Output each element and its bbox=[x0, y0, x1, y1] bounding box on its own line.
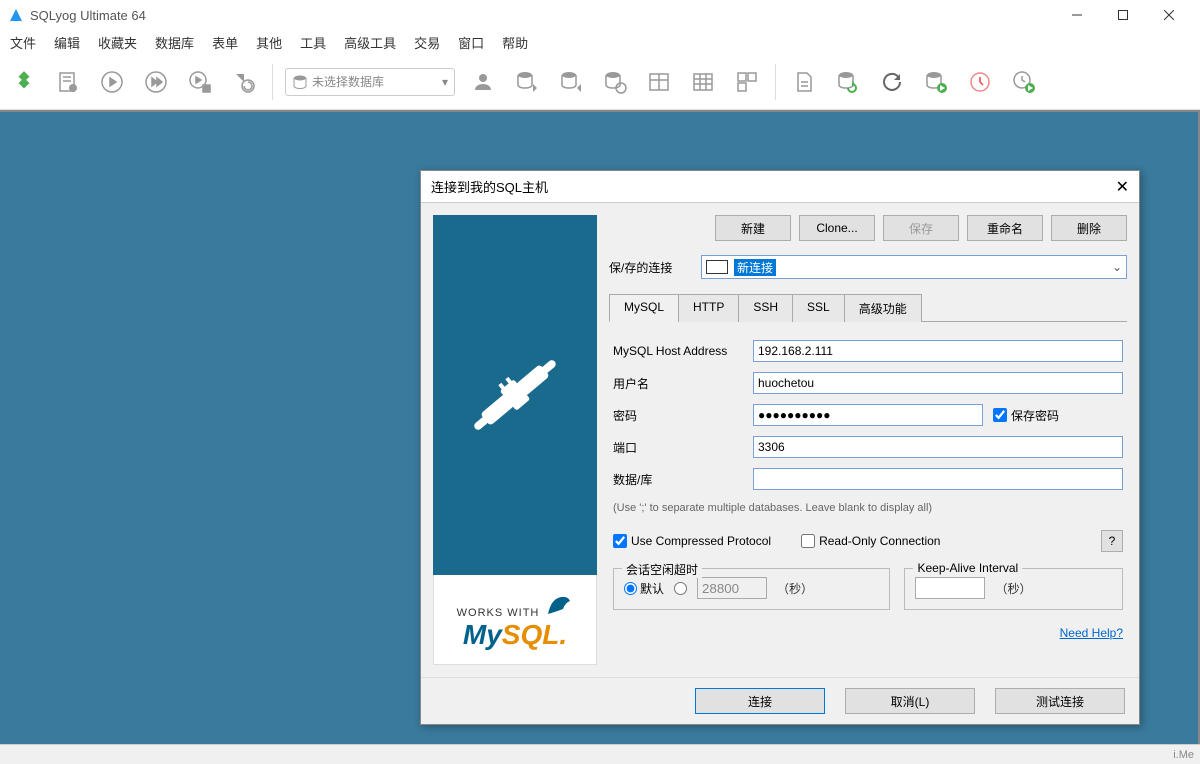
database-input[interactable] bbox=[753, 468, 1123, 490]
host-input[interactable] bbox=[753, 340, 1123, 362]
toolbar: + 未选择数据库 ▾ bbox=[0, 54, 1200, 110]
help-button[interactable]: ? bbox=[1101, 530, 1123, 552]
document-icon[interactable] bbox=[788, 66, 820, 98]
database-hint: (Use ';' to separate multiple databases.… bbox=[613, 502, 1123, 514]
saved-connection-label: 保/存的连接 bbox=[609, 259, 689, 276]
refresh-object-icon[interactable] bbox=[228, 66, 260, 98]
connect-icon[interactable] bbox=[8, 66, 40, 98]
save-button[interactable]: 保存 bbox=[883, 215, 959, 241]
rename-button[interactable]: 重命名 bbox=[967, 215, 1043, 241]
window-titlebar: SQLyog Ultimate 64 bbox=[0, 0, 1200, 30]
database-selector[interactable]: 未选择数据库 ▾ bbox=[285, 68, 455, 96]
cancel-button[interactable]: 取消(L) bbox=[845, 688, 975, 714]
dialog-title: 连接到我的SQL主机 bbox=[431, 177, 548, 196]
idle-timeout-group: 会话空闲超时 默认 （秒） bbox=[613, 568, 890, 610]
menu-help[interactable]: 帮助 bbox=[502, 33, 528, 52]
host-label: MySQL Host Address bbox=[613, 344, 743, 358]
menu-bar: 文件 编辑 收藏夹 数据库 表单 其他 工具 高级工具 交易 窗口 帮助 bbox=[0, 30, 1200, 54]
clock-play-icon[interactable] bbox=[1008, 66, 1040, 98]
menu-tools[interactable]: 工具 bbox=[300, 33, 326, 52]
database-placeholder: 未选择数据库 bbox=[312, 73, 438, 90]
table-icon[interactable] bbox=[643, 66, 675, 98]
minimize-button[interactable] bbox=[1054, 0, 1100, 30]
grid-icon[interactable] bbox=[687, 66, 719, 98]
close-button[interactable] bbox=[1146, 0, 1192, 30]
need-help-link[interactable]: Need Help? bbox=[1060, 626, 1123, 640]
dialog-titlebar: 连接到我的SQL主机 ✕ bbox=[421, 171, 1139, 203]
default-radio[interactable]: 默认 bbox=[624, 580, 664, 597]
connection-graphic bbox=[433, 215, 597, 575]
menu-transaction[interactable]: 交易 bbox=[414, 33, 440, 52]
window-title: SQLyog Ultimate 64 bbox=[30, 8, 146, 23]
status-bar: i.Me bbox=[0, 744, 1200, 764]
schema-icon[interactable] bbox=[731, 66, 763, 98]
menu-window[interactable]: 窗口 bbox=[458, 33, 484, 52]
user-label: 用户名 bbox=[613, 375, 743, 392]
menu-file[interactable]: 文件 bbox=[10, 33, 36, 52]
dolphin-icon bbox=[543, 589, 573, 619]
connect-button[interactable]: 连接 bbox=[695, 688, 825, 714]
saved-connection-value: 新连接 bbox=[734, 259, 776, 276]
db-export-icon[interactable] bbox=[511, 66, 543, 98]
port-label: 端口 bbox=[613, 439, 743, 456]
database-icon bbox=[292, 74, 308, 90]
password-input[interactable] bbox=[753, 404, 983, 426]
db-refresh-green-icon[interactable] bbox=[832, 66, 864, 98]
app-icon bbox=[8, 7, 24, 23]
dialog-close-icon[interactable]: ✕ bbox=[1116, 177, 1129, 197]
tab-advanced[interactable]: 高级功能 bbox=[844, 294, 922, 322]
chevron-down-icon: ⌄ bbox=[1112, 260, 1122, 274]
keepalive-group: Keep-Alive Interval （秒） bbox=[904, 568, 1123, 610]
save-password-checkbox[interactable]: 保存密码 bbox=[993, 407, 1123, 424]
execute-all-icon[interactable] bbox=[140, 66, 172, 98]
database-label: 数据/库 bbox=[613, 471, 743, 488]
db-play-icon[interactable] bbox=[920, 66, 952, 98]
connection-dialog: 连接到我的SQL主机 ✕ WORKS WITH MySQL. 新建 Clone.… bbox=[420, 170, 1140, 725]
db-import-icon[interactable] bbox=[555, 66, 587, 98]
test-connection-button[interactable]: 测试连接 bbox=[995, 688, 1125, 714]
tab-mysql[interactable]: MySQL bbox=[609, 294, 679, 322]
readonly-checkbox[interactable]: Read-Only Connection bbox=[801, 534, 940, 548]
new-query-icon[interactable]: + bbox=[52, 66, 84, 98]
maximize-button[interactable] bbox=[1100, 0, 1146, 30]
svg-text:+: + bbox=[71, 86, 75, 93]
menu-edit[interactable]: 编辑 bbox=[54, 33, 80, 52]
idle-value-input[interactable] bbox=[697, 577, 767, 599]
menu-favorites[interactable]: 收藏夹 bbox=[98, 33, 137, 52]
saved-connection-combo[interactable]: 新连接 ⌄ bbox=[701, 255, 1127, 279]
execute-edit-icon[interactable] bbox=[184, 66, 216, 98]
mysql-logo: WORKS WITH MySQL. bbox=[433, 575, 597, 665]
history-icon[interactable] bbox=[964, 66, 996, 98]
new-button[interactable]: 新建 bbox=[715, 215, 791, 241]
execute-icon[interactable] bbox=[96, 66, 128, 98]
menu-other[interactable]: 其他 bbox=[256, 33, 282, 52]
color-swatch bbox=[706, 260, 728, 274]
refresh-icon[interactable] bbox=[876, 66, 908, 98]
menu-powertools[interactable]: 高级工具 bbox=[344, 33, 396, 52]
password-label: 密码 bbox=[613, 407, 743, 424]
chevron-down-icon: ▾ bbox=[442, 75, 448, 89]
custom-radio[interactable] bbox=[674, 582, 687, 595]
compressed-checkbox[interactable]: Use Compressed Protocol bbox=[613, 534, 771, 548]
status-text: i.Me bbox=[1173, 749, 1194, 761]
menu-database[interactable]: 数据库 bbox=[155, 33, 194, 52]
port-input[interactable] bbox=[753, 436, 1123, 458]
keepalive-input[interactable] bbox=[915, 577, 985, 599]
user-icon[interactable] bbox=[467, 66, 499, 98]
connection-tabs: MySQL HTTP SSH SSL 高级功能 bbox=[609, 293, 1127, 322]
delete-button[interactable]: 删除 bbox=[1051, 215, 1127, 241]
tab-http[interactable]: HTTP bbox=[678, 294, 739, 322]
tab-ssl[interactable]: SSL bbox=[792, 294, 845, 322]
username-input[interactable] bbox=[753, 372, 1123, 394]
menu-table[interactable]: 表单 bbox=[212, 33, 238, 52]
tab-ssh[interactable]: SSH bbox=[738, 294, 793, 322]
clone-button[interactable]: Clone... bbox=[799, 215, 875, 241]
db-sync-icon[interactable] bbox=[599, 66, 631, 98]
